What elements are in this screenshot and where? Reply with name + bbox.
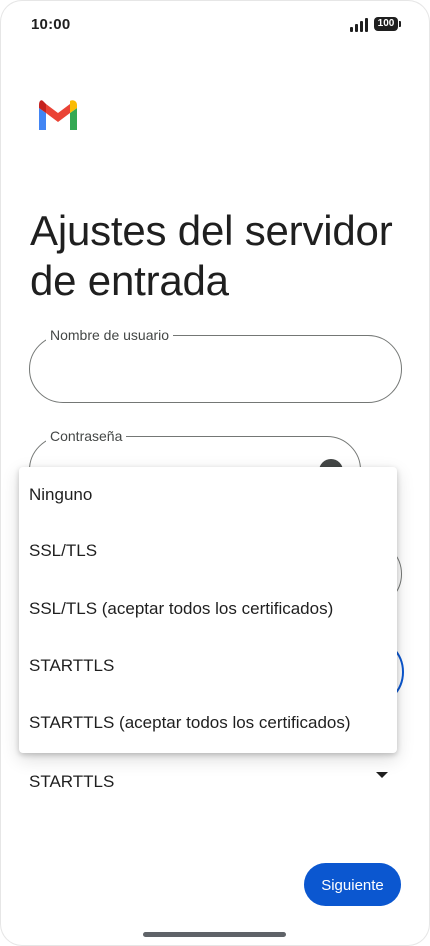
status-bar: 10:00 100 [0, 0, 430, 52]
menu-item-ssl-tls-accept-all[interactable]: SSL/TLS (aceptar todos los certificados) [19, 581, 397, 637]
battery-icon: 100 [374, 17, 401, 31]
gmail-logo-icon [39, 100, 77, 130]
menu-item-ninguno[interactable]: Ninguno [19, 467, 397, 523]
menu-item-starttls-accept-all[interactable]: STARTTLS (aceptar todos los certificados… [19, 695, 397, 751]
username-input[interactable] [50, 336, 385, 404]
next-button[interactable]: Siguiente [304, 863, 401, 906]
menu-item-starttls[interactable]: STARTTLS [19, 638, 397, 694]
page-title: Ajustes del servidor de entrada [30, 207, 393, 305]
security-type-value: STARTTLS [29, 772, 115, 791]
security-type-menu: Ninguno SSL/TLS SSL/TLS (aceptar todos l… [19, 467, 397, 753]
home-indicator[interactable] [143, 932, 286, 937]
signal-icon [350, 18, 370, 32]
status-time: 10:00 [31, 16, 71, 33]
security-type-select[interactable]: STARTTLS [29, 762, 391, 802]
dropdown-arrow-icon[interactable] [376, 772, 388, 778]
menu-item-ssl-tls[interactable]: SSL/TLS [19, 523, 397, 579]
username-field[interactable]: Nombre de usuario [29, 326, 402, 404]
